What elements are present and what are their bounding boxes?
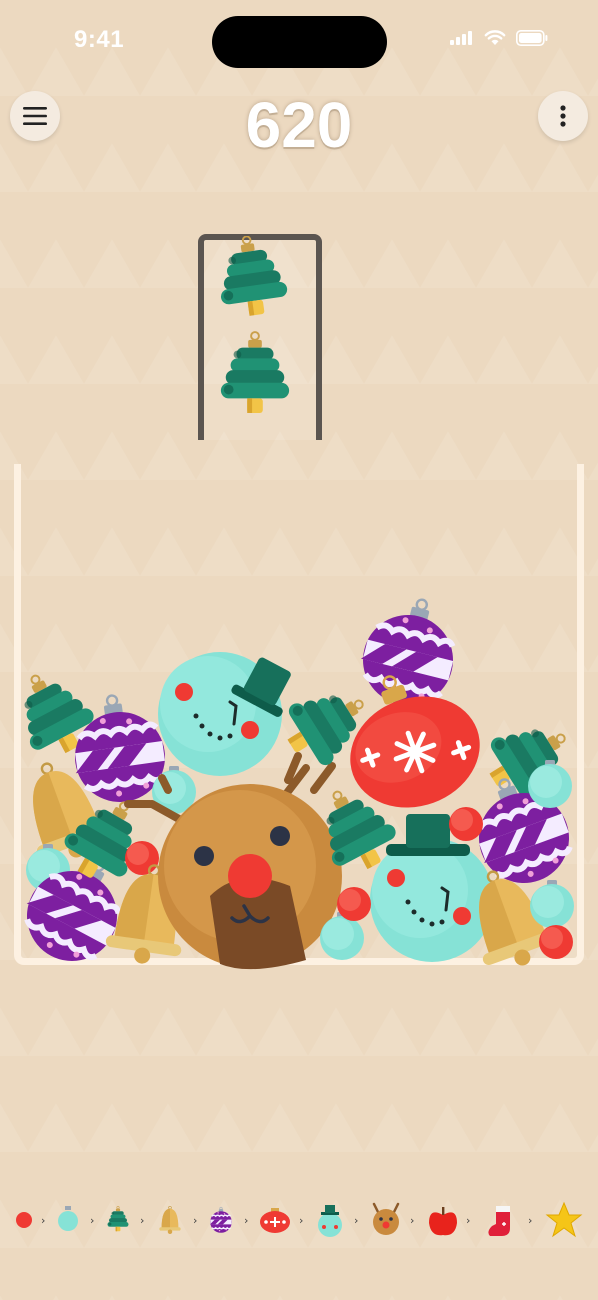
legend-arrow: › [140, 1214, 144, 1227]
score: 620 [245, 89, 353, 161]
legend-teal-ornament [58, 1206, 78, 1231]
legend-red-apple [429, 1207, 457, 1236]
legend-arrow: › [528, 1214, 532, 1227]
status-time: 9:41 [74, 26, 125, 53]
evolution-chain: › › › › › › › › › › [16, 1201, 583, 1238]
legend-arrow: › [299, 1214, 303, 1227]
battery-icon [516, 30, 548, 46]
jar-container [14, 464, 584, 965]
queued-christmas-tree-ornament [214, 236, 292, 316]
dropping-christmas-tree-ornament[interactable] [216, 330, 294, 416]
legend-arrow: › [41, 1214, 45, 1227]
legend-red-snowflake-ornament [260, 1208, 290, 1233]
legend-snowman-ornament [318, 1205, 342, 1237]
legend-arrow: › [193, 1214, 197, 1227]
legend-arrow: › [354, 1214, 358, 1227]
status-bar: 9:41 [0, 0, 598, 84]
legend-arrow: › [244, 1214, 248, 1227]
legend-gold-star [545, 1201, 583, 1238]
legend-christmas-tree-ornament [107, 1206, 129, 1232]
legend-golden-bell [159, 1205, 181, 1235]
legend-arrow: › [410, 1214, 414, 1227]
legend-reindeer [372, 1202, 400, 1235]
legend-arrow: › [466, 1214, 470, 1227]
wifi-icon [484, 30, 506, 45]
status-icons [450, 30, 548, 46]
legend-purple-ornament [209, 1206, 233, 1234]
dynamic-island [212, 16, 387, 68]
legend-arrow: › [90, 1214, 94, 1227]
legend-christmas-stocking [488, 1206, 510, 1236]
legend-red-ball [16, 1212, 32, 1228]
cellular-signal-icon [450, 31, 472, 45]
